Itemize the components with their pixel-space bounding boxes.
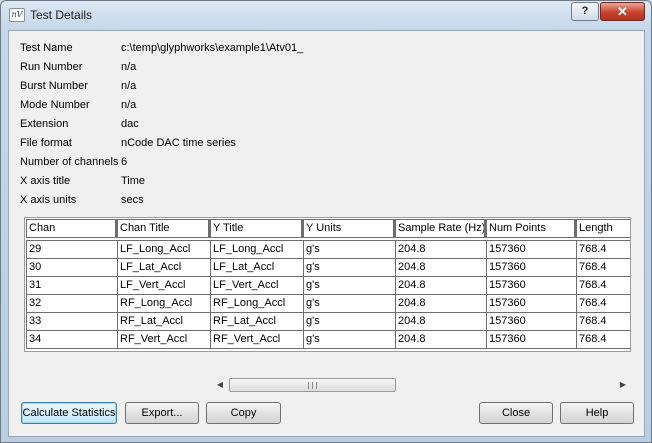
table-cell: g's [303, 258, 396, 277]
table-cell: RF_Vert_Accl [210, 330, 304, 349]
info-value: dac [121, 118, 139, 130]
info-label: Extension [20, 118, 69, 130]
scroll-right-icon[interactable]: ▶ [615, 377, 631, 393]
table-cell: RF_Lat_Accl [117, 312, 211, 331]
table-cell: 768.4 [576, 276, 630, 295]
table-cell: 204.8 [395, 276, 487, 295]
table-cell: RF_Long_Accl [210, 294, 304, 313]
table-cell: g's [303, 240, 396, 259]
info-value: secs [121, 194, 144, 206]
test-details-window: nV Test Details ? ✕ Test Name c:\temp\gly… [0, 0, 652, 443]
table-cell: 32 [26, 294, 118, 313]
info-value: nCode DAC time series [121, 137, 236, 149]
window-title: Test Details [30, 8, 93, 22]
horizontal-scrollbar[interactable]: ◀ ▶ [212, 377, 631, 393]
help-button[interactable]: Help [560, 402, 634, 424]
table-cell: 204.8 [395, 258, 487, 277]
column-header[interactable]: Num Points [486, 219, 576, 238]
table-cell: g's [303, 312, 396, 331]
table-cell: LF_Lat_Accl [117, 258, 211, 277]
table-cell: 204.8 [395, 240, 487, 259]
info-label: X axis units [20, 194, 77, 206]
column-header[interactable]: Sample Rate (Hz) [395, 219, 486, 238]
table-cell: 157360 [486, 258, 577, 277]
info-value: n/a [121, 61, 137, 73]
channels-table[interactable]: Chan Chan Title Y Title Y Units Sample Rate … [24, 217, 631, 352]
column-header[interactable]: Length [576, 219, 630, 238]
table-cell: 204.8 [395, 294, 487, 313]
table-cell: 204.8 [395, 330, 487, 349]
dialog-client-area: Test Name c:\temp\glyphworks\example1\Atv… [8, 30, 645, 437]
table-row[interactable]: 31 LF_Vert_Accl LF_Vert_Accl g's 204.8 157360… [25, 276, 630, 295]
table-cell: 768.4 [576, 294, 630, 313]
table-cell: g's [303, 330, 396, 349]
table-cell: LF_Long_Accl [117, 240, 211, 259]
info-label: Number of channels [20, 156, 119, 168]
table-cell: 157360 [486, 294, 577, 313]
copy-button[interactable]: Copy [206, 402, 281, 424]
column-header[interactable]: Chan Title [117, 219, 210, 238]
table-cell: LF_Vert_Accl [210, 276, 304, 295]
table-cell: 157360 [486, 276, 577, 295]
info-label: Mode Number [20, 99, 90, 111]
table-cell: 768.4 [576, 330, 630, 349]
table-cell: RF_Vert_Accl [117, 330, 211, 349]
table-row[interactable]: 34 RF_Vert_Accl RF_Vert_Accl g's 204.8 157360… [25, 330, 630, 349]
table-cell: RF_Long_Accl [117, 294, 211, 313]
info-value: Time [121, 175, 146, 187]
close-button[interactable]: Close [479, 402, 553, 424]
scroll-thumb[interactable] [229, 378, 396, 392]
table-cell: 768.4 [576, 258, 630, 277]
table-row[interactable]: 32 RF_Long_Accl RF_Long_Accl g's 204.8 157360… [25, 294, 630, 313]
info-label: Test Name [20, 42, 73, 54]
table-cell: LF_Vert_Accl [117, 276, 211, 295]
scroll-left-icon[interactable]: ◀ [212, 377, 228, 393]
table-cell: 204.8 [395, 312, 487, 331]
column-header[interactable]: Y Units [303, 219, 395, 238]
table-cell: 768.4 [576, 240, 630, 259]
title-close-button[interactable]: ✕ [600, 2, 645, 21]
info-label: Burst Number [20, 80, 88, 92]
table-cell: 30 [26, 258, 118, 277]
app-icon: nV [9, 8, 25, 22]
info-value: 6 [121, 156, 128, 168]
export-button[interactable]: Export... [125, 402, 199, 424]
table-cell: 29 [26, 240, 118, 259]
info-value: c:\temp\glyphworks\example1\Atv01_ [121, 42, 304, 54]
info-label: Run Number [20, 61, 83, 73]
table-cell: 157360 [486, 330, 577, 349]
table-cell: 768.4 [576, 312, 630, 331]
table-row[interactable]: 30 LF_Lat_Accl LF_Lat_Accl g's 204.8 157360 76… [25, 258, 630, 277]
info-label: X axis title [20, 175, 71, 187]
info-value: n/a [121, 80, 137, 92]
table-cell: 157360 [486, 312, 577, 331]
table-row[interactable]: 33 RF_Lat_Accl RF_Lat_Accl g's 204.8 157360 76… [25, 312, 630, 331]
title-help-button[interactable]: ? [571, 2, 599, 21]
info-value: n/a [121, 99, 137, 111]
table-cell: 33 [26, 312, 118, 331]
calculate-statistics-button[interactable]: Calculate Statistics [21, 402, 117, 424]
table-cell: RF_Lat_Accl [210, 312, 304, 331]
info-label: File format [20, 137, 72, 149]
table-cell: g's [303, 276, 396, 295]
table-cell: LF_Lat_Accl [210, 258, 304, 277]
table-cell: 31 [26, 276, 118, 295]
column-header[interactable]: Chan [26, 219, 117, 238]
title-bar[interactable]: nV Test Details ? ✕ [1, 1, 651, 30]
table-cell: LF_Long_Accl [210, 240, 304, 259]
table-cell: 157360 [486, 240, 577, 259]
grip-icon [308, 382, 317, 389]
table-row[interactable]: 29 LF_Long_Accl LF_Long_Accl g's 204.8 157360… [25, 240, 630, 259]
column-header[interactable]: Y Title [210, 219, 303, 238]
table-header: Chan Chan Title Y Title Y Units Sample Rate … [25, 218, 630, 239]
table-cell: g's [303, 294, 396, 313]
table-cell: 34 [26, 330, 118, 349]
